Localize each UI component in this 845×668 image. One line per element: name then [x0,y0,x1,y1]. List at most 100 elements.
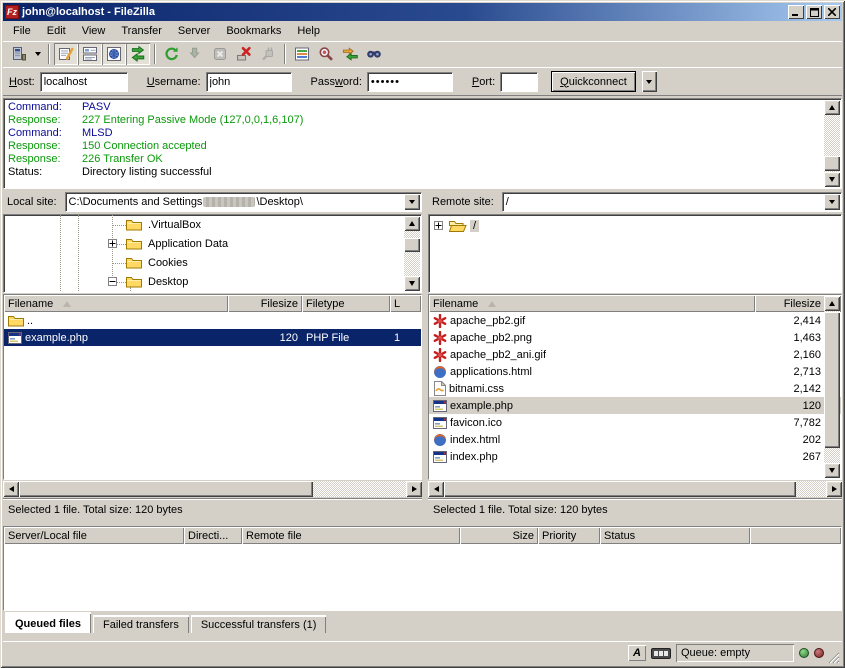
disconnect-button[interactable] [232,43,256,65]
sync-browse-button[interactable] [338,43,362,65]
column-header-filesize[interactable]: Filesize [228,295,302,312]
reconnect-button[interactable] [256,43,280,65]
cell-text: example.php [25,332,88,344]
scroll-up-button[interactable] [824,296,840,311]
site-manager-dropdown-button[interactable] [31,43,44,65]
queue-column-status[interactable]: Status [600,527,750,544]
remote-site-dropdown-button[interactable] [824,194,840,210]
scroll-right-button[interactable] [406,481,422,497]
compare-button[interactable] [314,43,338,65]
cell-text: 120 [803,400,821,412]
host-input[interactable] [40,72,128,92]
toggle-local-tree-button[interactable] [78,43,102,65]
tree-item-desktop[interactable]: Desktop [4,273,403,292]
file-row-bitnami-css[interactable]: bitnami.css2,142 [429,380,841,397]
file-row--[interactable]: .. [4,312,421,329]
port-input[interactable] [500,72,538,92]
menu-edit[interactable]: Edit [39,23,74,39]
remote-list-vscrollbar[interactable] [824,296,840,478]
queue-column-remote-file[interactable]: Remote file [242,527,460,544]
scroll-up-button[interactable] [404,216,420,231]
scroll-down-button[interactable] [404,276,420,291]
password-input[interactable] [367,72,453,92]
scroll-thumb[interactable] [19,481,313,497]
password-label: Password: [311,76,362,88]
file-row-favicon-ico[interactable]: favicon.ico7,782 [429,414,841,431]
file-row-apache_pb2_ani-gif[interactable]: apache_pb2_ani.gif2,160 [429,346,841,363]
tab-successful-transfers-1-[interactable]: Successful transfers (1) [191,615,327,633]
app-icon [433,451,447,463]
scroll-left-button[interactable] [428,481,444,497]
queue-column-priority[interactable]: Priority [538,527,600,544]
scroll-thumb[interactable] [444,481,796,497]
scroll-up-button[interactable] [824,100,840,115]
local-hscrollbar[interactable] [3,481,422,497]
toggle-message-log-icon [58,46,74,62]
site-manager-button[interactable] [7,43,31,65]
remote-status-text: Selected 1 file. Total size: 120 bytes [428,498,842,519]
file-row-example-php[interactable]: example.php120 [429,397,841,414]
queue-column-directi-[interactable]: Directi... [184,527,242,544]
toggle-message-log-button[interactable] [54,43,78,65]
file-row-example-php[interactable]: example.php120PHP File1 [4,329,421,346]
maximize-button[interactable] [806,5,822,19]
scroll-thumb[interactable] [404,238,420,252]
column-header-filename[interactable]: Filename [429,295,755,312]
scroll-left-button[interactable] [3,481,19,497]
column-header-l[interactable]: L [390,295,421,312]
scroll-thumb[interactable] [824,156,840,171]
username-input[interactable] [206,72,292,92]
menu-view[interactable]: View [74,23,114,39]
menu-help[interactable]: Help [289,23,328,39]
remote-hscrollbar[interactable] [428,481,842,497]
resize-grip[interactable] [826,650,840,664]
file-row-apache_pb2-gif[interactable]: apache_pb2.gif2,414 [429,312,841,329]
file-row-applications-html[interactable]: applications.html2,713 [429,363,841,380]
menu-server[interactable]: Server [170,23,218,39]
tree-item-application-data[interactable]: Application Data [4,235,403,254]
green-light-icon [799,648,809,658]
filter-button[interactable] [290,43,314,65]
file-row-index-php[interactable]: index.php267 [429,448,841,465]
remote-site-combo[interactable]: / [502,192,842,212]
find-button[interactable] [362,43,386,65]
refresh-button[interactable] [160,43,184,65]
log-vscrollbar[interactable] [824,100,840,187]
tab-failed-transfers[interactable]: Failed transfers [93,615,189,633]
app-icon [8,332,22,344]
toggle-remote-tree-button[interactable] [102,43,126,65]
quickconnect-button[interactable]: Quickconnect [551,71,636,92]
menu-transfer[interactable]: Transfer [113,23,170,39]
local-site-dropdown-button[interactable] [404,194,420,210]
log-line: Status:Directory listing successful [8,166,821,179]
tree-item--virtualbox[interactable]: .VirtualBox [4,216,403,235]
close-button[interactable] [824,5,840,19]
file-row-index-html[interactable]: index.html202 [429,431,841,448]
file-row-apache_pb2-png[interactable]: apache_pb2.png1,463 [429,329,841,346]
column-header-label: Filesize [784,298,821,310]
queue-column-size[interactable]: Size [460,527,538,544]
scroll-thumb[interactable] [824,312,840,448]
queue-column-label: Size [513,530,534,542]
tree-item-root[interactable]: / [429,217,823,236]
column-header-filename[interactable]: Filename [4,295,228,312]
local-tree-vscrollbar[interactable] [404,216,420,292]
tab-queued-files[interactable]: Queued files [5,612,91,633]
column-header-filesize[interactable]: Filesize [755,295,825,312]
cell-text: 2,713 [793,366,821,378]
menu-file[interactable]: File [5,23,39,39]
scroll-right-button[interactable] [826,481,842,497]
queue-column-server-local-file[interactable]: Server/Local file [4,527,184,544]
local-site-combo[interactable]: C:\Documents and Settings\Desktop\ [65,192,422,212]
tree-item-cookies[interactable]: Cookies [4,254,403,273]
process-queue-button[interactable] [184,43,208,65]
cancel-button[interactable] [208,43,232,65]
scroll-down-button[interactable] [824,172,840,187]
scroll-down-button[interactable] [824,463,840,478]
menu-bookmarks[interactable]: Bookmarks [218,23,289,39]
column-header-filetype[interactable]: Filetype [302,295,390,312]
quickconnect-dropdown-button[interactable] [642,71,657,92]
toggle-transfer-queue-button[interactable] [126,43,150,65]
titlebar[interactable]: Fz john@localhost - FileZilla [3,3,842,21]
minimize-button[interactable] [788,5,804,19]
